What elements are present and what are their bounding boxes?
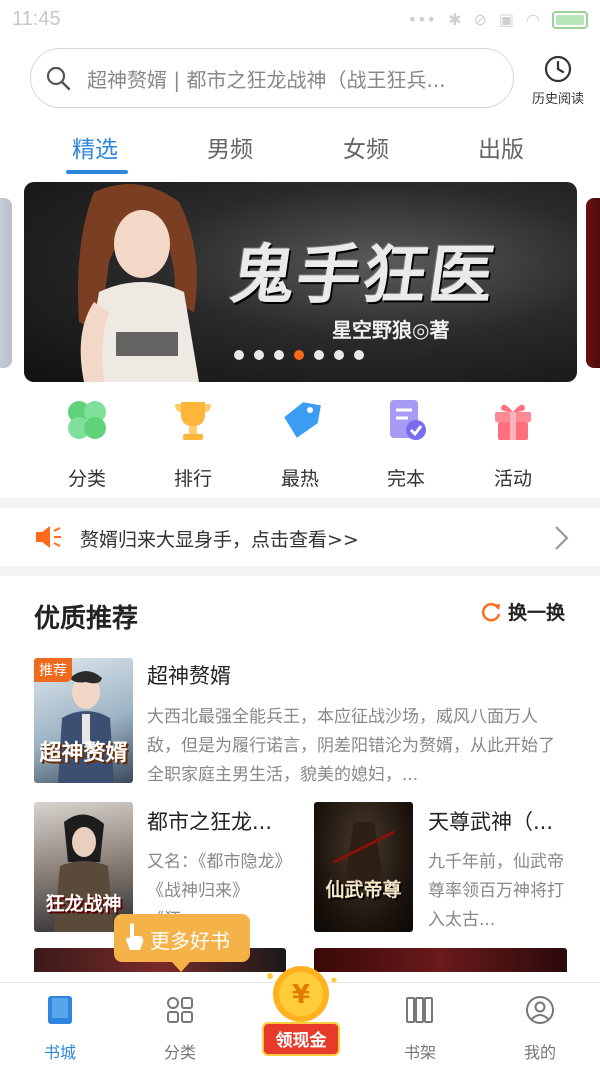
nav-label: 分类 [163,1043,196,1062]
quick-nav-label: 排行 [173,468,212,490]
book-icon [48,996,72,1024]
tab-female[interactable]: 女频 [343,130,389,164]
more-books-label: 更多好书 [150,929,230,953]
signal-dots-icon: ••• [407,10,437,29]
banner-slide[interactable]: 鬼手狂医 星空野狼◎著 [24,182,577,382]
nav-cash-reward[interactable]: ¥ 领现金 [258,958,344,1064]
carousel-dots [234,350,364,360]
bookshelf-icon [406,997,433,1023]
history-button[interactable]: 历史阅读 [528,54,588,107]
tab-featured[interactable]: 精选 [72,130,118,164]
nav-label: 领现金 [262,1022,340,1056]
banner-title: 鬼手狂医 [225,238,501,313]
notice-bar[interactable]: 赘婿归来大显身手，点击查看>> [0,508,600,566]
book-cover[interactable]: 推荐 超神赘婿 [34,658,133,783]
nav-profile[interactable]: 我的 [500,991,580,1063]
refresh-button[interactable]: 换一换 [480,598,565,625]
recommend-badge: 推荐 [34,658,72,682]
speaker-icon [36,526,61,548]
carousel-dot[interactable] [334,350,344,360]
tag-icon [284,402,321,438]
banner-next-peek[interactable] [586,198,600,368]
nav-bookstore[interactable]: 书城 [20,991,100,1063]
quick-nav-label: 最热 [280,468,319,490]
book-description: 大西北最强全能兵王，本应征战沙场，威风八面万人敌，但是为履行诺言，阴差阳错沦为赘… [147,707,555,785]
quick-nav-activity[interactable]: 活动 [473,396,553,491]
trophy-icon [175,402,211,440]
more-books-button[interactable]: 更多好书 [114,914,250,972]
book-title[interactable]: 天尊武神（... [428,806,568,836]
tab-male[interactable]: 男频 [207,130,253,164]
clock-icon [544,55,572,83]
history-label: 历史阅读 [531,92,584,107]
nav-label: 书架 [403,1043,436,1062]
banner-carousel[interactable]: 鬼手狂医 星空野狼◎著 [0,182,600,382]
tab-indicator [66,170,128,174]
profile-icon [526,996,554,1024]
quick-nav-hottest[interactable]: 最热 [260,396,340,491]
book-cover-partial[interactable] [314,948,567,972]
book-description: 九千年前，仙武帝尊率领百万神将打入太古... [428,852,564,930]
carousel-dot[interactable] [234,350,244,360]
bluetooth-icon: ✱ [448,10,462,29]
quick-nav: 分类 排行 最热 完本 活动 [0,396,600,496]
carousel-dot[interactable] [314,350,324,360]
refresh-icon [482,602,501,621]
book-cover[interactable]: 仙武帝尊 [314,802,413,932]
banner-prev-peek[interactable] [0,198,12,368]
cover-art-image [333,822,395,882]
banner-character-image [78,184,199,382]
status-icons: ••• ✱ ⊘ ▣ ◠ [408,10,588,29]
banner-author: 星空野狼◎著 [332,318,450,342]
book-cover[interactable]: 狂龙战神 [34,802,133,932]
search-icon [46,66,71,91]
quick-nav-category[interactable]: 分类 [47,396,127,491]
nav-category[interactable]: 分类 [140,991,220,1063]
book-title[interactable]: 超神赘婿 [147,660,567,690]
nav-label: 我的 [523,1043,556,1062]
cover-title: 狂龙战神 [45,893,122,915]
category-tabs: 精选 男频 女频 出版 [0,122,600,178]
clover-icon [68,401,106,439]
status-bar: 11:45 ••• ✱ ⊘ ▣ ◠ [0,0,600,40]
search-placeholder: 超神赘婿 | 都市之狂龙战神（战王狂兵... [87,67,446,92]
quick-nav-completed[interactable]: 完本 [366,396,446,491]
carousel-dot[interactable] [274,350,284,360]
svg-text:¥: ¥ [292,980,310,1010]
cover-title: 超神赘婿 [39,740,128,766]
sim-icon: ▣ [498,10,515,29]
carousel-dot[interactable] [254,350,264,360]
document-check-icon [390,400,426,440]
quick-nav-ranking[interactable]: 排行 [153,396,233,491]
tab-publish[interactable]: 出版 [478,130,524,164]
search-bar[interactable]: 超神赘婿 | 都市之狂龙战神（战王狂兵... [30,48,514,108]
refresh-label: 换一换 [508,602,566,624]
nav-label: 书城 [43,1043,76,1062]
carousel-dot[interactable] [294,350,304,360]
wifi-icon: ◠ [526,10,540,29]
quick-nav-label: 完本 [386,468,425,490]
chevron-right-icon [555,526,569,550]
carousel-dot[interactable] [354,350,364,360]
pointing-hand-icon [126,923,144,950]
section-title: 优质推荐 [34,604,139,634]
quick-nav-label: 分类 [67,468,106,490]
nav-bookshelf[interactable]: 书架 [380,991,460,1063]
section-divider [0,566,600,576]
battery-icon [552,10,588,29]
gift-icon [495,404,531,440]
status-time: 11:45 [12,8,61,30]
section-divider [0,498,600,508]
cover-title: 仙武帝尊 [325,879,402,901]
notice-text: 赘婿归来大显身手，点击查看>> [80,529,359,551]
book-title[interactable]: 都市之狂龙... [147,806,292,836]
mute-icon: ⊘ [473,10,487,29]
quick-nav-label: 活动 [493,468,532,490]
grid-icon [167,997,193,1023]
